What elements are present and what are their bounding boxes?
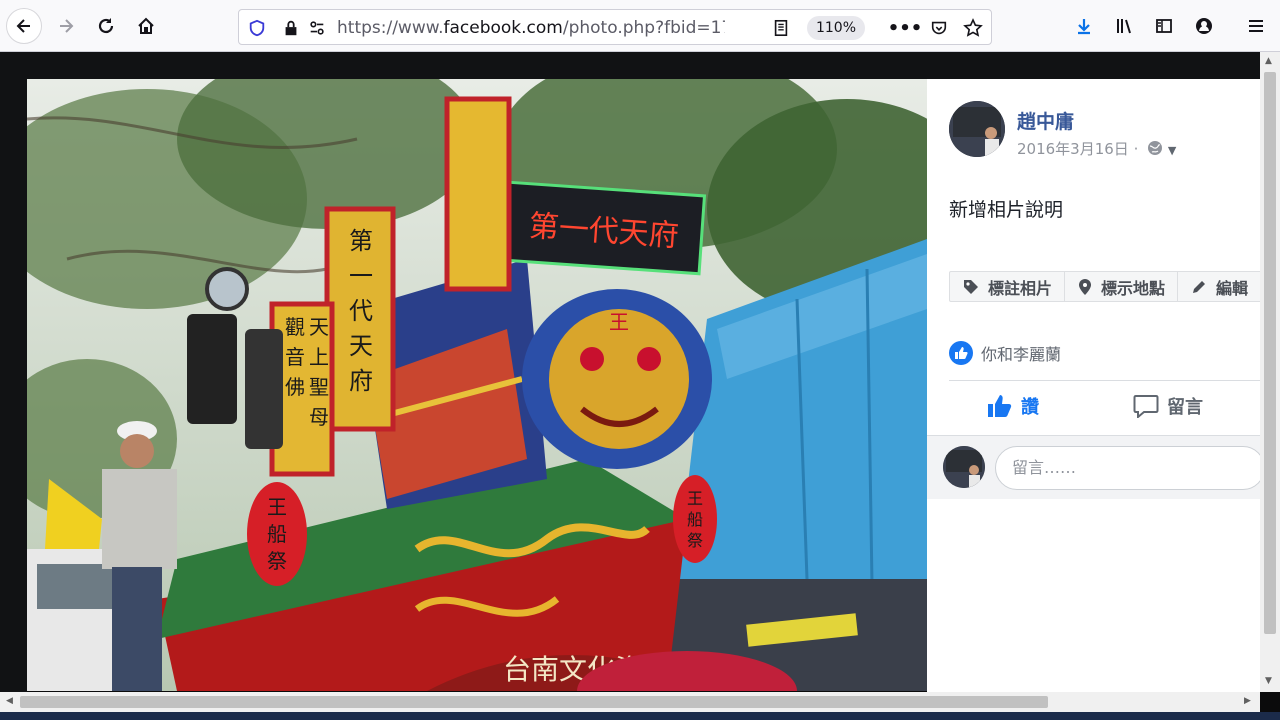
scroll-down-icon[interactable]: ▼	[1265, 676, 1272, 686]
lightbox-backdrop	[0, 52, 1260, 79]
zoom-indicator[interactable]: 110%	[807, 16, 865, 40]
thumbs-up-icon	[988, 395, 1012, 417]
reactions-summary[interactable]: 你和李麗蘭	[949, 341, 1061, 365]
forward-button[interactable]	[48, 8, 84, 44]
boat-festival-photo: 王 第一代天府 第一代天府 觀音佛 天上聖母 王船祭 王船祭 台南文化資產	[27, 79, 927, 691]
library-button[interactable]	[1106, 8, 1142, 44]
address-bar[interactable]: https://www.facebook.com/photo.php?fbid=…	[238, 9, 992, 45]
author-avatar[interactable]	[949, 101, 1005, 157]
arrow-left-icon	[16, 19, 30, 33]
download-icon	[1078, 19, 1090, 35]
download-button[interactable]	[1066, 8, 1102, 44]
library-icon	[1117, 19, 1131, 34]
pencil-icon	[1193, 280, 1206, 293]
photo-actions-bar: 標註相片 標示地點 編輯	[949, 271, 1279, 302]
edit-label: 編輯	[1216, 278, 1249, 298]
scroll-right-icon[interactable]: ▶	[1244, 696, 1251, 706]
like-reaction-icon	[949, 341, 973, 365]
tag-photo-label: 標註相片	[988, 278, 1053, 298]
hamburger-icon	[1249, 20, 1263, 32]
scroll-up-icon[interactable]: ▲	[1265, 56, 1272, 66]
comment-label: 留言	[1167, 397, 1203, 418]
comment-button[interactable]: 留言	[1133, 393, 1203, 419]
lion-king-mark: 王	[609, 310, 629, 334]
home-icon	[138, 17, 154, 34]
photo-caption[interactable]: 新增相片說明	[949, 195, 1063, 222]
viewer-avatar[interactable]	[943, 446, 985, 488]
horizontal-scroll-thumb[interactable]	[20, 696, 1048, 708]
photo-info-panel: 趙中庸 2016年3月16日 · ▼ 新增相片說明 標註相片 標示地點 編輯 你…	[927, 79, 1279, 692]
vertical-scroll-thumb[interactable]	[1264, 72, 1276, 634]
account-button[interactable]	[1186, 8, 1222, 44]
url-text[interactable]: https://www.facebook.com/photo.php?fbid=…	[337, 18, 725, 38]
photo-viewer[interactable]: 王 第一代天府 第一代天府 觀音佛 天上聖母 王船祭 王船祭 台南文化資產	[27, 79, 927, 691]
menu-button[interactable]	[1238, 8, 1274, 44]
reader-view-icon[interactable]	[769, 16, 793, 40]
back-button[interactable]	[6, 8, 42, 44]
sidebar-button[interactable]	[1146, 8, 1182, 44]
vertical-scrollbar[interactable]: ▲ ▼	[1260, 52, 1280, 692]
sidebar-icon	[1156, 19, 1172, 33]
arrow-right-icon	[60, 19, 74, 33]
shield-icon[interactable]	[245, 16, 269, 40]
like-label: 讚	[1021, 397, 1039, 418]
permissions-icon[interactable]	[305, 16, 329, 40]
lock-icon[interactable]	[279, 16, 303, 40]
more-icon[interactable]: •••	[888, 16, 923, 40]
add-location-button[interactable]: 標示地點	[1065, 272, 1179, 301]
vertical-banner-text: 第一代天府	[349, 227, 373, 395]
reactions-text: 你和李麗蘭	[981, 345, 1062, 364]
pocket-icon[interactable]	[927, 16, 951, 40]
home-button[interactable]	[128, 8, 164, 44]
horizontal-scrollbar[interactable]: ◀ ▶	[0, 692, 1260, 712]
os-taskbar	[0, 712, 1280, 720]
reload-icon	[98, 18, 114, 34]
divider	[949, 380, 1260, 381]
lantern-right-text: 王船祭	[687, 489, 703, 550]
globe-icon	[1148, 141, 1163, 155]
chevron-down-icon[interactable]: ▼	[1168, 144, 1176, 157]
lantern-left-text: 王船祭	[267, 495, 287, 573]
edit-button[interactable]: 編輯	[1178, 272, 1260, 301]
star-icon[interactable]	[961, 16, 985, 40]
comment-composer: 留言……	[927, 435, 1265, 499]
tag-photo-button[interactable]: 標註相片	[950, 272, 1066, 301]
author-name[interactable]: 趙中庸	[1017, 107, 1074, 134]
browser-toolbar: https://www.facebook.com/photo.php?fbid=…	[0, 0, 1280, 52]
scroll-left-icon[interactable]: ◀	[6, 696, 13, 706]
tag-icon	[964, 279, 978, 294]
like-button[interactable]: 讚	[987, 393, 1039, 419]
lightbox-backdrop-left	[0, 79, 27, 692]
location-pin-icon	[1079, 278, 1092, 295]
account-icon	[1196, 18, 1212, 34]
post-date[interactable]: 2016年3月16日 · ▼	[1017, 138, 1176, 159]
comment-input[interactable]: 留言……	[995, 446, 1265, 490]
add-location-label: 標示地點	[1101, 278, 1166, 298]
comment-icon	[1133, 395, 1159, 418]
reload-button[interactable]	[88, 8, 124, 44]
